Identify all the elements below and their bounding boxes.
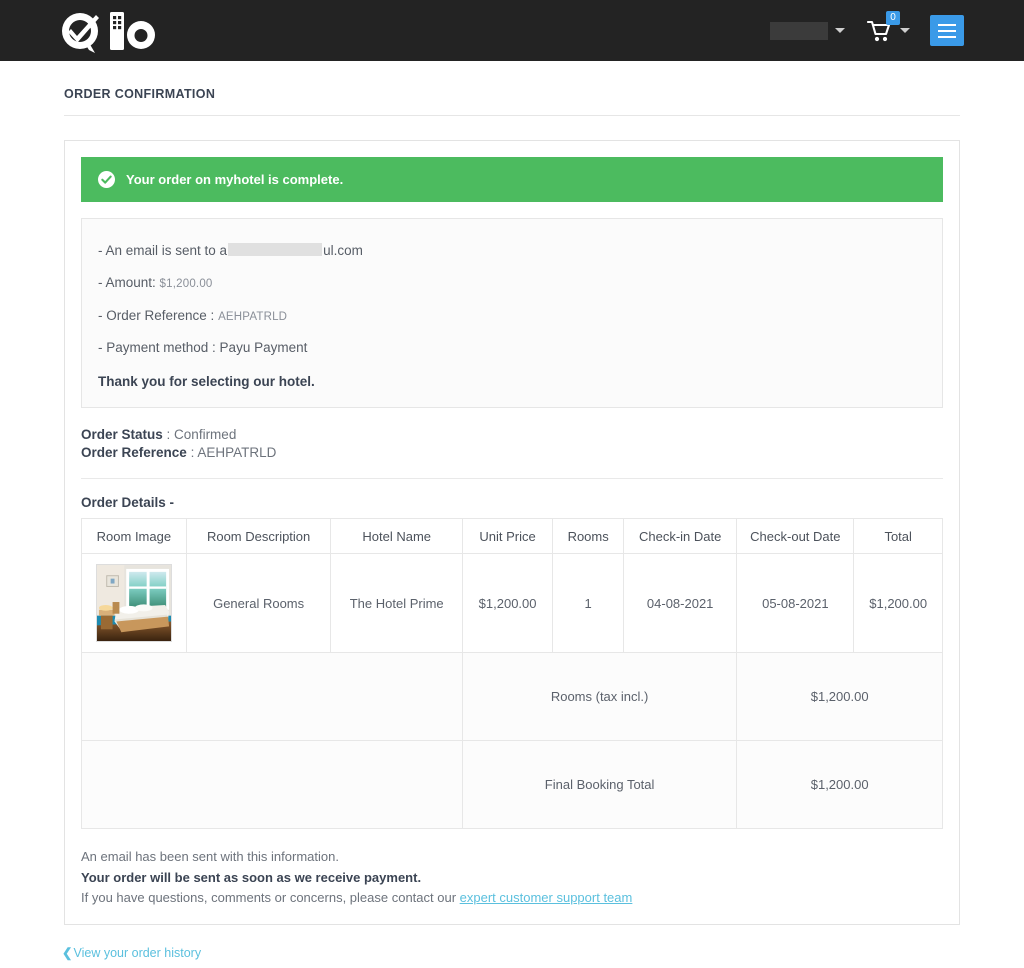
footer-line-payment-notice: Your order will be sent as soon as we re… — [81, 869, 422, 885]
caret-down-icon — [900, 28, 910, 33]
totals-row: Rooms (tax incl.) $1,200.00 — [81, 652, 943, 742]
footer-line-email-sent: An email has been sent with this informa… — [81, 849, 339, 865]
info-reference-value: AEHPATRLD — [218, 310, 288, 323]
info-payment-line: - Payment method : Payu Payment — [98, 339, 308, 355]
order-reference-line: Order Reference : AEHPATRLD — [81, 444, 943, 462]
order-details-heading: Order Details - — [81, 495, 175, 511]
table-header: Room Image Room Description Hotel Name U… — [81, 518, 943, 555]
user-account-menu[interactable] — [770, 21, 845, 40]
info-amount-value: $1,200.00 — [159, 278, 213, 291]
column-unit-price: Unit Price — [461, 518, 554, 555]
cell-room-image — [81, 553, 187, 654]
site-logo[interactable] — [58, 8, 156, 54]
cell-check-in-date: 04-08-2021 — [622, 553, 738, 654]
cell-total: $1,200.00 — [853, 553, 943, 654]
table-header-row: Room Image Room Description Hotel Name U… — [81, 518, 943, 555]
column-room-image: Room Image — [81, 518, 187, 555]
view-order-history-link[interactable]: ❮View your order history — [62, 946, 201, 960]
cell-hotel-name: The Hotel Prime — [330, 553, 463, 654]
page-body: ORDER CONFIRMATION Your order on myhotel… — [0, 61, 1024, 925]
hamburger-bar — [938, 29, 956, 32]
chevron-left-icon: ❮ — [62, 945, 73, 960]
cell-check-out-date: 05-08-2021 — [736, 553, 855, 654]
hamburger-menu-button[interactable] — [930, 15, 964, 46]
hotel-room-photo — [95, 564, 172, 643]
qio-logo-icon — [62, 11, 155, 53]
table-body: General Rooms The Hotel Prime $1,200.00 … — [81, 553, 943, 830]
order-status-block: Order Status : Confirmed Order Reference… — [81, 408, 943, 462]
order-status-label: Order Status — [81, 427, 163, 442]
page-title: ORDER CONFIRMATION — [64, 87, 216, 101]
username-redacted — [770, 21, 828, 40]
footer-line-support: If you have questions, comments or conce… — [81, 888, 943, 908]
site-header: 0 — [0, 0, 1024, 61]
info-amount-line: - Amount: $1,200.00 — [98, 267, 926, 299]
hamburger-bar — [938, 35, 956, 38]
success-alert-message: Your order on myhotel is complete. — [126, 172, 344, 187]
column-hotel-name: Hotel Name — [330, 518, 463, 555]
order-confirmation-card: Your order on myhotel is complete. - An … — [64, 140, 960, 925]
info-email-prefix: - An email is sent to a — [98, 243, 228, 258]
view-order-history-label: View your order history — [73, 945, 202, 960]
order-reference-label: Order Reference — [81, 445, 187, 461]
order-footer-note: An email has been sent with this informa… — [81, 829, 943, 907]
info-reference-line: - Order Reference : AEHPATRLD — [98, 300, 926, 332]
totals-label-rooms-tax: Rooms (tax incl.) — [461, 652, 738, 742]
shopping-cart-icon: 0 — [866, 10, 900, 43]
column-check-out-date: Check-out Date — [736, 518, 855, 555]
cell-unit-price: $1,200.00 — [461, 553, 554, 654]
cart-menu[interactable]: 0 — [866, 10, 910, 43]
order-reference-value: : AEHPATRLD — [190, 445, 277, 461]
check-circle-icon — [98, 171, 115, 188]
thank-you-message: Thank you for selecting our hotel. — [98, 374, 315, 389]
column-total: Total — [853, 518, 943, 555]
column-room-description: Room Description — [185, 518, 332, 555]
cell-room-description: General Rooms — [185, 553, 332, 654]
cart-count-badge: 0 — [886, 10, 900, 25]
info-reference-label: - Order Reference : — [98, 307, 215, 323]
totals-spacer — [81, 740, 463, 830]
totals-label-final-total: Final Booking Total — [461, 740, 738, 830]
hamburger-bar — [938, 23, 956, 26]
column-check-in-date: Check-in Date — [622, 518, 738, 555]
caret-down-icon — [835, 28, 845, 33]
totals-value-rooms-tax: $1,200.00 — [736, 652, 943, 742]
order-info-panel: - An email is sent to a ul.com - Amount: … — [81, 218, 943, 408]
order-status-value: : Confirmed — [166, 427, 237, 442]
info-email-suffix: ul.com — [323, 243, 363, 258]
info-email-line: - An email is sent to a ul.com — [98, 235, 926, 267]
header-actions: 0 — [770, 10, 964, 51]
cell-rooms: 1 — [552, 553, 624, 654]
order-status-line: Order Status : Confirmed — [81, 426, 943, 444]
totals-value-final-total: $1,200.00 — [736, 740, 943, 830]
info-amount-label: - Amount: — [98, 275, 156, 291]
totals-spacer — [81, 652, 463, 742]
support-team-link[interactable]: expert customer support team — [460, 890, 633, 905]
title-divider — [64, 115, 960, 116]
footer-support-prefix: If you have questions, comments or conce… — [81, 889, 460, 905]
column-rooms: Rooms — [552, 518, 624, 555]
totals-row: Final Booking Total $1,200.00 — [81, 740, 943, 830]
table-row: General Rooms The Hotel Prime $1,200.00 … — [81, 553, 943, 654]
success-alert: Your order on myhotel is complete. — [81, 157, 943, 202]
order-details-table: Room Image Room Description Hotel Name U… — [81, 518, 943, 830]
email-redacted — [228, 243, 323, 256]
order-history-link-row: ❮View your order history — [0, 925, 1024, 968]
